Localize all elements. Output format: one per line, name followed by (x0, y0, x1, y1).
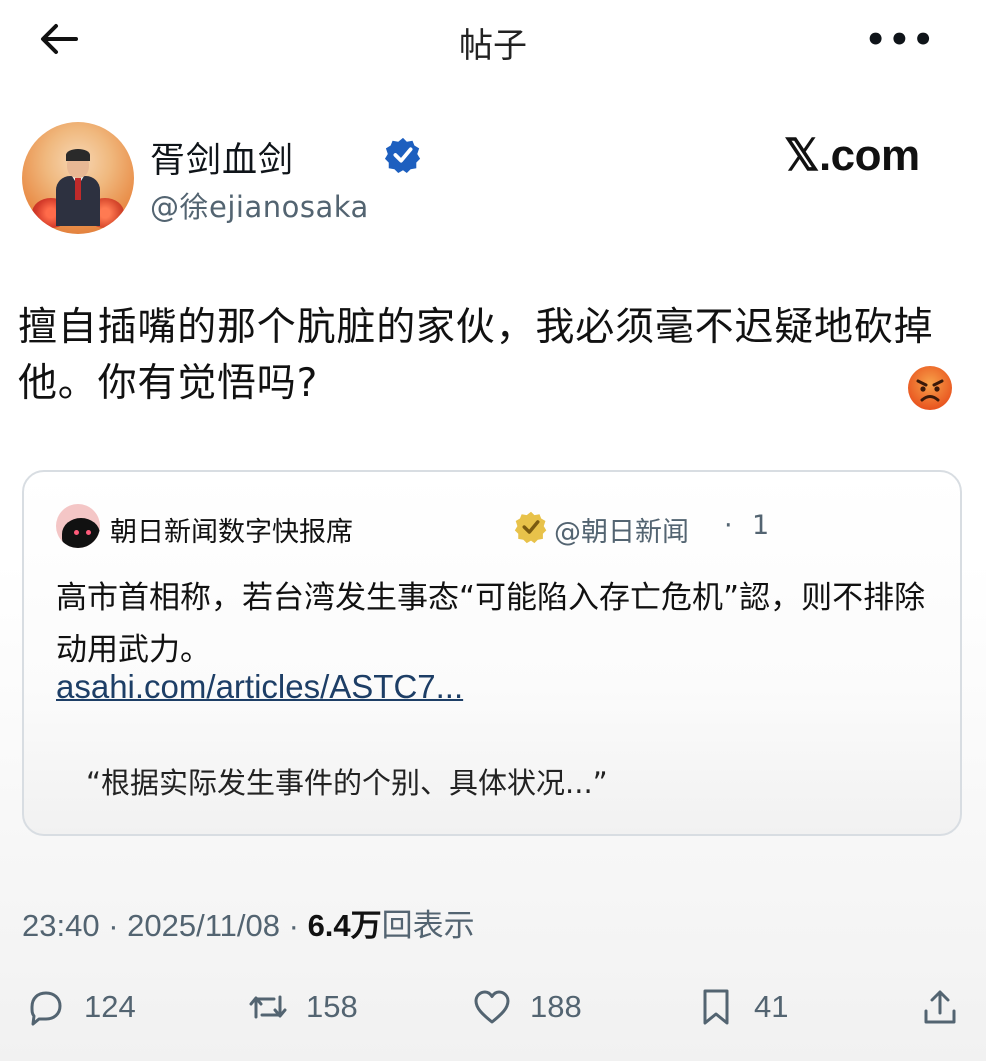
quoted-excerpt: “根据实际发生事件的个别、具体状况...” (86, 766, 608, 800)
author-name[interactable]: 胥剑血剑 (150, 132, 294, 183)
quoted-timestamp: 1 (752, 510, 770, 541)
post-meta: 23:40 · 2025/11/08 · 6.4万回表示 (22, 900, 475, 945)
post-time[interactable]: 23:40 (22, 908, 100, 943)
meta-separator: · (280, 908, 308, 943)
avatar-tie (75, 178, 81, 200)
reply-count: 124 (84, 989, 136, 1024)
author-avatar[interactable] (22, 122, 134, 234)
more-options-icon[interactable]: ••• (865, 20, 936, 60)
quoted-author-handle[interactable]: @朝日新闻 (554, 510, 689, 549)
meta-separator: · (99, 908, 128, 943)
avatar-hair (66, 149, 90, 161)
share-button[interactable] (918, 982, 962, 1032)
page-title: 帖子 (459, 26, 527, 66)
repost-count: 158 (306, 989, 358, 1024)
quoted-author-name[interactable]: 朝日新闻数字快报席 (110, 510, 353, 549)
article-link[interactable]: asahi.com/articles/ASTC7... (56, 668, 463, 706)
avatar-mascot-eye (86, 530, 91, 535)
author-handle[interactable]: @徐ejianosaka (150, 184, 369, 226)
quoted-post-card[interactable]: 朝日新闻数字快报席 @朝日新闻 · 1 高市首相称，若台湾发生事态“可能陷入存亡… (22, 470, 962, 836)
reply-icon (30, 991, 62, 1026)
like-count: 188 (530, 989, 582, 1024)
angry-face-icon (906, 364, 954, 412)
quoted-author-avatar[interactable] (56, 504, 100, 548)
gold-verified-badge-icon (514, 510, 548, 544)
quoted-post-text: 高市首相称，若台湾发生事态“可能陷入存亡危机”認，则不排除动用武力。 (56, 580, 926, 668)
post-date[interactable]: 2025/11/08 (127, 908, 280, 943)
avatar-mascot-eye (74, 530, 79, 535)
post-page: 帖子 ••• 胥剑血剑 @徐ejianosaka 𝕏.com 擅自插嘴的那个肮脏… (0, 0, 986, 1061)
heart-icon (474, 990, 510, 1024)
repost-icon (249, 995, 287, 1019)
view-count-label: 回表示 (381, 908, 475, 944)
bookmark-button[interactable]: 41 (694, 982, 788, 1032)
bookmark-count: 41 (754, 989, 789, 1024)
avatar-mascot (62, 518, 100, 548)
bookmark-icon (703, 989, 729, 1025)
view-count[interactable]: 6.4万 (308, 908, 382, 943)
repost-button[interactable]: 158 (246, 982, 358, 1032)
quoted-separator: · (724, 510, 733, 541)
reply-button[interactable]: 124 (24, 982, 136, 1032)
like-button[interactable]: 188 (470, 982, 582, 1032)
share-icon (924, 990, 956, 1024)
verified-badge-icon (384, 136, 422, 174)
x-com-watermark: 𝕏.com (784, 131, 920, 180)
tweet-text: 擅自插嘴的那个肮脏的家伙，我必须毫不迟疑地砍掉他。你有觉悟吗? (18, 305, 934, 406)
